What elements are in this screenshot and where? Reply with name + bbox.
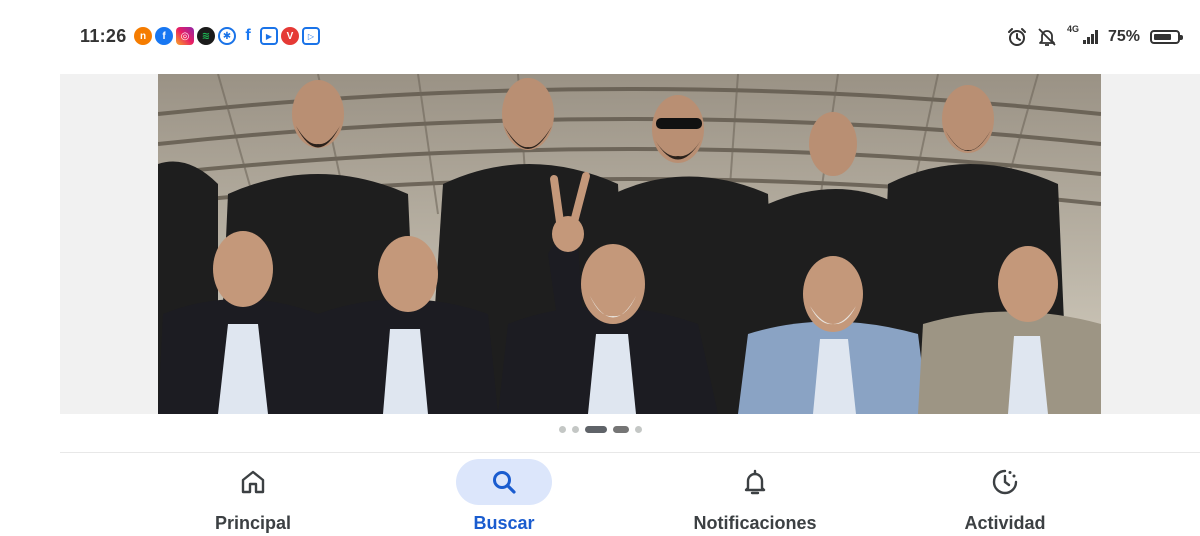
notification-icons: n f ◎ ≋ ✱ f ▶ V ▷ xyxy=(134,27,320,45)
group-photo-illustration xyxy=(158,74,1101,414)
status-bar: 11:26 n f ◎ ≋ ✱ f ▶ V ▷ 4G 75% xyxy=(0,0,1200,74)
bottom-navigation: Principal Buscar Notificaciones Activida… xyxy=(60,453,1200,536)
facebook-icon: f xyxy=(155,27,173,45)
nav-item-principal[interactable]: Principal xyxy=(153,453,353,536)
instagram-icon: ◎ xyxy=(176,27,194,45)
home-icon xyxy=(241,470,265,494)
news-app-icon: n xyxy=(134,27,152,45)
activity-icon xyxy=(992,469,1018,495)
carousel-image[interactable] xyxy=(158,74,1101,414)
image-carousel[interactable] xyxy=(60,74,1200,414)
battery-icon xyxy=(1150,30,1183,44)
nav-item-notificaciones[interactable]: Notificaciones xyxy=(655,453,855,536)
browser-icon: ✱ xyxy=(218,27,236,45)
youtube-icon: ▶ xyxy=(260,27,278,45)
nav-pill xyxy=(707,459,803,505)
status-time: 11:26 xyxy=(80,26,127,46)
carousel-dot[interactable] xyxy=(558,426,566,433)
nav-item-actividad[interactable]: Actividad xyxy=(905,453,1105,536)
nav-pill-active xyxy=(456,459,552,505)
nav-pill xyxy=(205,459,301,505)
carousel-dot-active[interactable] xyxy=(584,426,607,433)
network-type: 4G xyxy=(1066,24,1079,34)
carousel-dot[interactable] xyxy=(571,426,579,433)
notifications-off-icon xyxy=(1038,28,1056,46)
search-icon xyxy=(493,471,516,494)
vivaldi-icon: V xyxy=(281,27,299,45)
nav-label-actividad: Actividad xyxy=(964,513,1046,533)
signal-icon xyxy=(1082,30,1098,44)
nav-item-buscar[interactable]: Buscar xyxy=(404,453,604,536)
nav-label-notificaciones: Notificaciones xyxy=(693,513,817,533)
alarm-icon xyxy=(1007,28,1026,46)
bell-icon xyxy=(744,469,766,495)
nav-label-buscar: Buscar xyxy=(473,513,535,533)
carousel-dot[interactable] xyxy=(612,426,629,433)
battery-percent: 75% xyxy=(1107,28,1140,45)
facebook-lite-icon: f xyxy=(239,27,257,45)
nav-label-principal: Principal xyxy=(214,513,292,533)
nav-pill xyxy=(957,459,1053,505)
play-icon: ▷ xyxy=(302,27,320,45)
spotify-icon: ≋ xyxy=(197,27,215,45)
carousel-dot[interactable] xyxy=(634,426,642,433)
carousel-indicator xyxy=(0,426,1200,433)
